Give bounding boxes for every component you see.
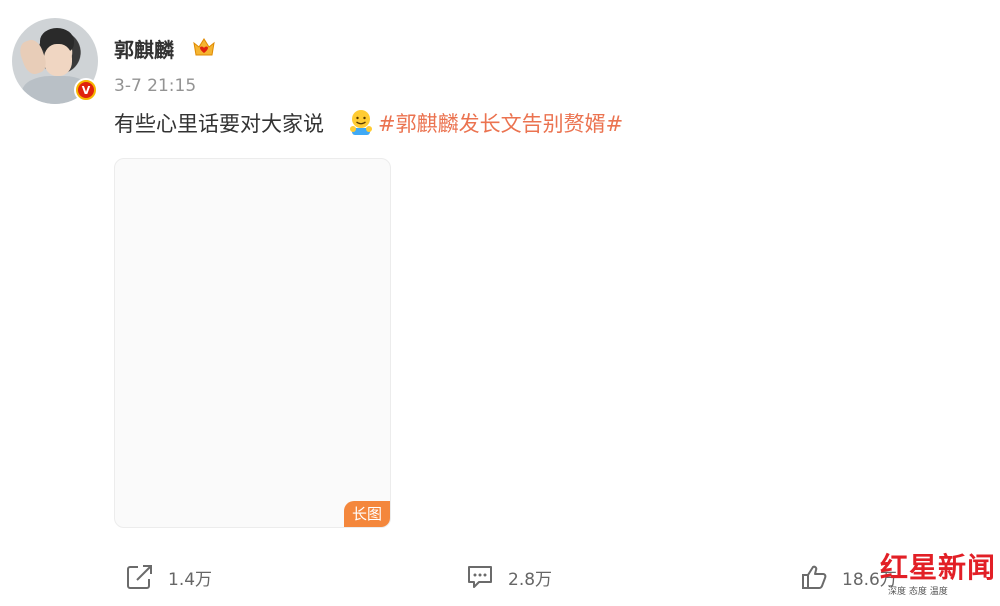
post-text: 有些心里话要对大家说 [114,112,324,136]
comment-icon [468,566,492,588]
crown-icon [193,38,215,56]
watermark-subtitle: 深度 态度 温度 [888,587,948,597]
share-count: 1.4万 [168,569,213,590]
hashtag-link[interactable]: #郭麒麟发长文告别赘婿# [378,108,623,138]
username[interactable]: 郭麒麟 [114,34,174,63]
post-time[interactable]: 3-7 21:15 [114,76,196,96]
post-image[interactable]: 长图 [114,158,391,528]
watermark: 红星新闻 深度 态度 温度 [880,546,996,602]
comment-button[interactable]: 2.8万 [466,562,552,592]
like-icon [802,565,827,589]
share-icon [127,565,152,589]
verified-badge-icon: V [74,78,98,102]
comment-count: 2.8万 [508,569,553,590]
share-button[interactable]: 1.4万 [126,562,212,592]
hug-emoji-icon [350,110,372,135]
long-image-tag: 长图 [343,501,390,527]
watermark-title: 红星新闻 [880,551,997,584]
